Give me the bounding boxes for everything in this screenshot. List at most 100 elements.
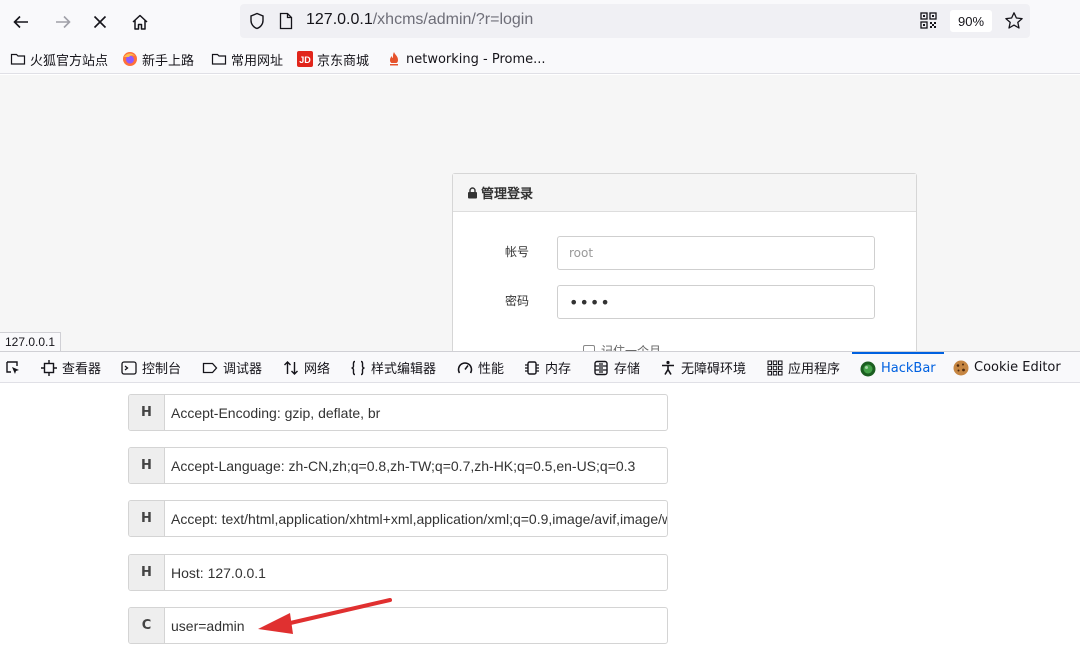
header-row[interactable]: H Accept-Encoding: gzip, deflate, br <box>128 394 668 431</box>
tab-label: 存储 <box>614 362 641 377</box>
header-value-input[interactable]: Accept: text/html,application/xhtml+xml,… <box>165 501 667 536</box>
inspector-icon <box>41 359 57 376</box>
network-icon <box>284 360 298 375</box>
tab-label: 控制台 <box>142 362 182 377</box>
login-panel: 管理登录 帐号 root 密码 •••• 记住一个月 <box>452 173 917 351</box>
qr-code-icon[interactable] <box>920 12 937 29</box>
password-label: 密码 <box>505 294 530 308</box>
header-value-input[interactable]: Accept-Language: zh-CN,zh;q=0.8,zh-TW;q=… <box>165 448 667 483</box>
back-button[interactable] <box>5 6 37 38</box>
tab-hackbar[interactable]: HackBar <box>852 352 944 383</box>
cookie-icon <box>953 360 969 375</box>
console-icon <box>121 360 137 375</box>
header-row[interactable]: H Accept: text/html,application/xhtml+xm… <box>128 500 668 537</box>
cookie-row[interactable]: C user=admin <box>128 607 668 644</box>
folder-icon <box>211 53 227 65</box>
firefox-icon <box>123 52 137 66</box>
tab-performance[interactable]: 性能 <box>457 352 504 383</box>
remember-label: 记住一个月 <box>601 344 662 351</box>
tab-debugger[interactable]: 调试器 <box>202 352 262 383</box>
tab-storage[interactable]: 存储 <box>593 352 640 383</box>
tab-cookie-editor[interactable]: Cookie Editor <box>953 352 1061 383</box>
tab-label: 网络 <box>304 362 331 377</box>
page-icon[interactable] <box>278 12 294 30</box>
header-type-tag[interactable]: H <box>129 448 165 483</box>
back-arrow-icon <box>13 15 28 29</box>
devtools-tab-bar: 查看器 控制台 调试器 网络 样式编辑器 性能 内存 存储 无障碍环境 应用程序… <box>0 351 1080 383</box>
username-label: 帐号 <box>505 245 530 259</box>
status-bar-url: 127.0.0.1 <box>0 332 62 351</box>
prometheus-icon <box>390 52 398 66</box>
header-type-tag[interactable]: H <box>129 501 165 536</box>
storage-icon <box>594 360 608 375</box>
tab-style-editor[interactable]: 样式编辑器 <box>350 352 436 383</box>
forward-arrow-icon <box>56 15 71 29</box>
svg-text:JD: JD <box>299 55 311 65</box>
jd-icon: JD <box>297 51 313 67</box>
tab-label: 无障碍环境 <box>681 362 747 377</box>
header-value-input[interactable]: Accept-Encoding: gzip, deflate, br <box>165 395 667 430</box>
element-picker-button[interactable] <box>5 352 26 383</box>
home-icon <box>132 14 148 30</box>
application-icon <box>767 360 783 375</box>
bookmarks-bar: 火狐官方站点 新手上路 常用网址 JD 京东商城 networking - Pr… <box>0 44 1080 74</box>
username-input[interactable]: root <box>557 236 875 270</box>
tab-label: HackBar <box>881 361 936 376</box>
hackbar-icon <box>860 361 876 376</box>
tab-label: 应用程序 <box>788 362 841 377</box>
bookmark-label: 京东商城 <box>317 53 370 69</box>
header-row[interactable]: H Accept-Language: zh-CN,zh;q=0.8,zh-TW;… <box>128 447 668 484</box>
bookmark-firefox-site[interactable]: 火狐官方站点 <box>10 50 108 69</box>
lock-icon <box>468 186 477 198</box>
remember-me[interactable]: 记住一个月 <box>583 342 661 351</box>
performance-icon <box>457 361 473 373</box>
password-input[interactable]: •••• <box>557 285 875 319</box>
tab-network[interactable]: 网络 <box>283 352 330 383</box>
tab-label: 性能 <box>478 362 505 377</box>
debugger-icon <box>202 362 218 373</box>
hackbar-panel: H Accept-Encoding: gzip, deflate, br H A… <box>0 384 1080 659</box>
header-type-tag[interactable]: H <box>129 395 165 430</box>
forward-button[interactable] <box>47 6 79 38</box>
bookmark-jd[interactable]: JD 京东商城 <box>297 50 370 69</box>
tab-label: 内存 <box>545 362 572 377</box>
bookmark-label: 常用网址 <box>231 53 284 69</box>
page-viewport: 管理登录 帐号 root 密码 •••• 记住一个月 127.0.0.1 <box>0 75 1080 351</box>
tab-accessibility[interactable]: 无障碍环境 <box>660 352 746 383</box>
bookmark-networking[interactable]: networking - Prome... <box>386 50 546 68</box>
cookie-type-tag[interactable]: C <box>129 608 165 643</box>
tab-label: 查看器 <box>62 362 102 377</box>
url-path: /xhcms/admin/?r=login <box>372 11 534 28</box>
bookmark-label: networking - Prome... <box>406 51 546 67</box>
header-type-tag[interactable]: H <box>129 555 165 590</box>
star-icon[interactable] <box>1004 11 1024 31</box>
style-editor-icon <box>351 360 365 375</box>
browser-toolbar: 127.0.0.1/xhcms/admin/?r=login 90% <box>0 0 1080 44</box>
tab-label: 调试器 <box>223 362 263 377</box>
shield-icon[interactable] <box>248 12 266 30</box>
login-title: 管理登录 <box>481 187 534 202</box>
folder-icon <box>10 53 26 65</box>
login-panel-header: 管理登录 <box>453 174 916 212</box>
tab-application[interactable]: 应用程序 <box>767 352 840 383</box>
url-host: 127.0.0.1 <box>306 11 373 28</box>
tab-inspector[interactable]: 查看器 <box>41 352 101 383</box>
tab-label: 样式编辑器 <box>371 362 437 377</box>
stop-button[interactable] <box>84 6 116 38</box>
cookie-value-input[interactable]: user=admin <box>165 608 667 643</box>
close-icon <box>93 15 107 29</box>
home-button[interactable] <box>124 6 156 38</box>
tab-console[interactable]: 控制台 <box>121 352 181 383</box>
bookmark-getting-started[interactable]: 新手上路 <box>122 50 194 69</box>
zoom-level-button[interactable]: 90% <box>950 10 992 32</box>
tab-memory[interactable]: 内存 <box>524 352 571 383</box>
header-row[interactable]: H Host: 127.0.0.1 <box>128 554 668 591</box>
memory-icon <box>525 360 539 375</box>
url-text[interactable]: 127.0.0.1/xhcms/admin/?r=login <box>306 11 533 29</box>
picker-icon <box>6 360 19 374</box>
accessibility-icon <box>662 360 674 375</box>
bookmark-common-sites[interactable]: 常用网址 <box>211 50 284 69</box>
url-bar[interactable]: 127.0.0.1/xhcms/admin/?r=login 90% <box>240 4 1030 38</box>
header-value-input[interactable]: Host: 127.0.0.1 <box>165 555 667 590</box>
tab-label: Cookie Editor <box>974 360 1061 375</box>
